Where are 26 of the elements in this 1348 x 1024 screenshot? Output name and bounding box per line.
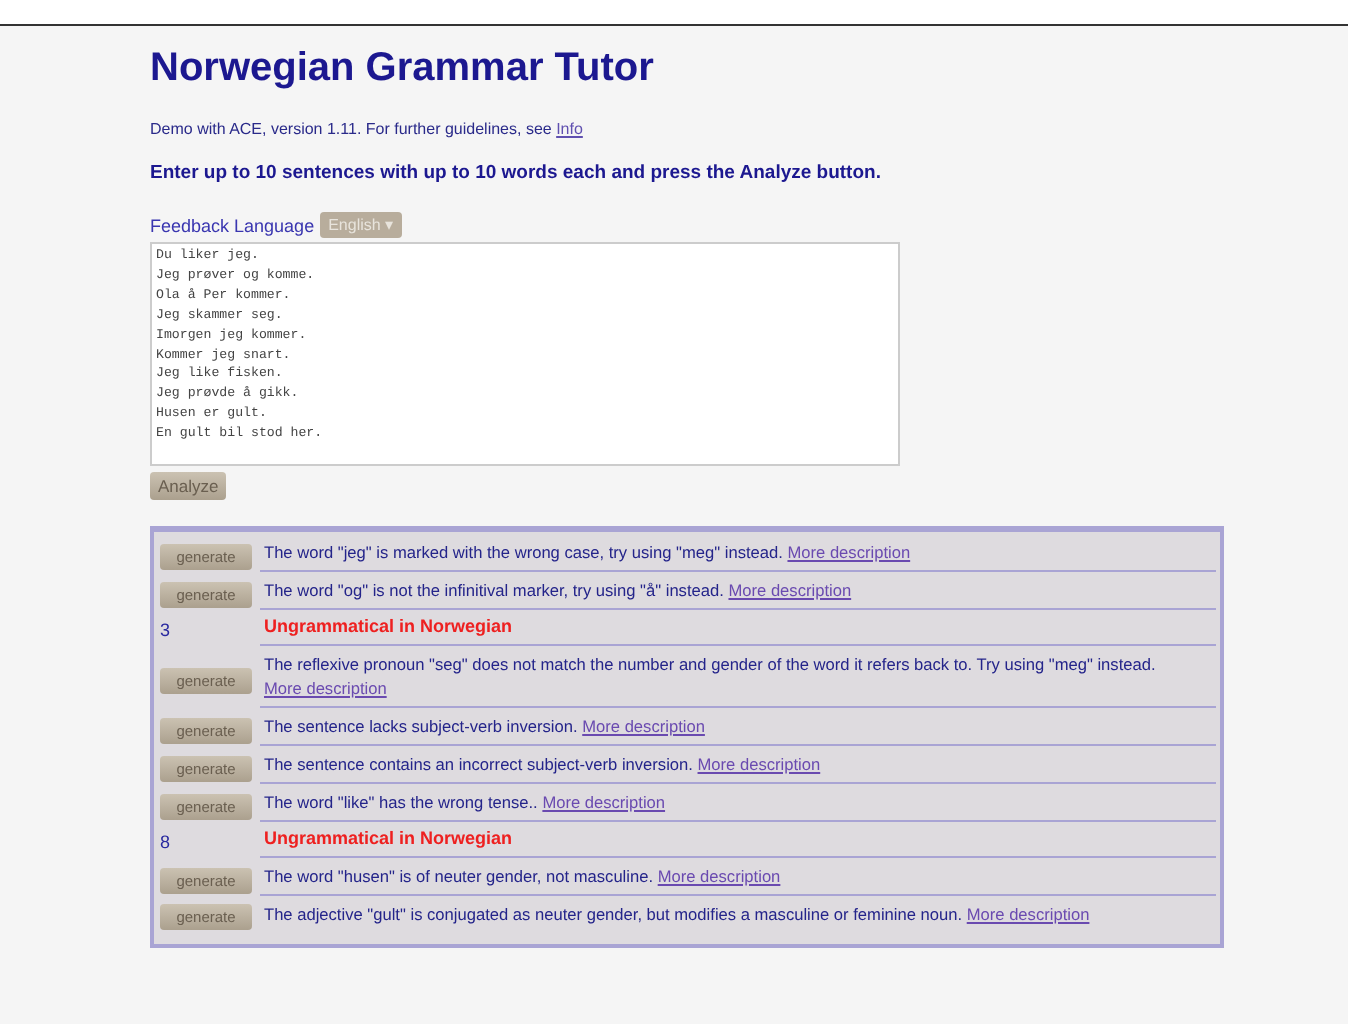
- page-title: Norwegian Grammar Tutor: [150, 46, 656, 92]
- more-description-link[interactable]: More description: [697, 754, 821, 774]
- ungrammatical-label: Ungrammatical in Norwegian: [264, 828, 513, 848]
- intro-text: Demo with ACE, version 1.11. For further guidelines, see: [150, 120, 552, 138]
- feedback-message: The sentence lacks subject-verb inversion. More description: [260, 708, 1216, 746]
- more-description-link[interactable]: More description: [728, 580, 852, 600]
- feedback-message: The word "jeg" is marked with the wrong case, try using "meg" instead. More description: [260, 534, 1216, 572]
- more-description-link[interactable]: More description: [542, 792, 666, 812]
- more-description-link[interactable]: More description: [657, 866, 781, 886]
- more-description-link[interactable]: More description: [787, 542, 911, 562]
- feedback-message: The word "like" has the wrong tense.. More description: [260, 784, 1216, 822]
- more-description-link[interactable]: More description: [582, 716, 705, 736]
- feedback-message: The adjective "gult" is conjugated as neuter gender, but modifies a masculine or feminine noun. More description: [262, 902, 1092, 928]
- feedback-message: The reflexive pronoun "seg" does not match the number and gender of the word it refers back to. Try using "meg" instead. More description: [260, 646, 1216, 708]
- ungrammatical-label: Ungrammatical in Norwegian: [264, 616, 513, 636]
- feedback-message: The word "husen" is of neuter gender, not masculine. More description: [260, 858, 1216, 896]
- instruction-text: Enter up to 10 sentences with up to 10 words each and press the Analyze button.: [150, 162, 883, 184]
- more-description-link[interactable]: More description: [264, 678, 387, 698]
- info-link[interactable]: Info: [556, 120, 583, 138]
- more-description-link[interactable]: More description: [966, 904, 1090, 924]
- feedback-message: The sentence contains an incorrect subject-verb inversion. More description: [260, 746, 1216, 784]
- sentence-number: 3: [160, 620, 171, 640]
- feedback-message: The word "og" is not the infinitival marker, try using "å" instead. More description: [260, 572, 1216, 610]
- sentence-number: 8: [160, 832, 171, 852]
- feedback-language-label: Feedback Language: [150, 215, 315, 235]
- analyze-button[interactable]: Analyze: [150, 472, 227, 500]
